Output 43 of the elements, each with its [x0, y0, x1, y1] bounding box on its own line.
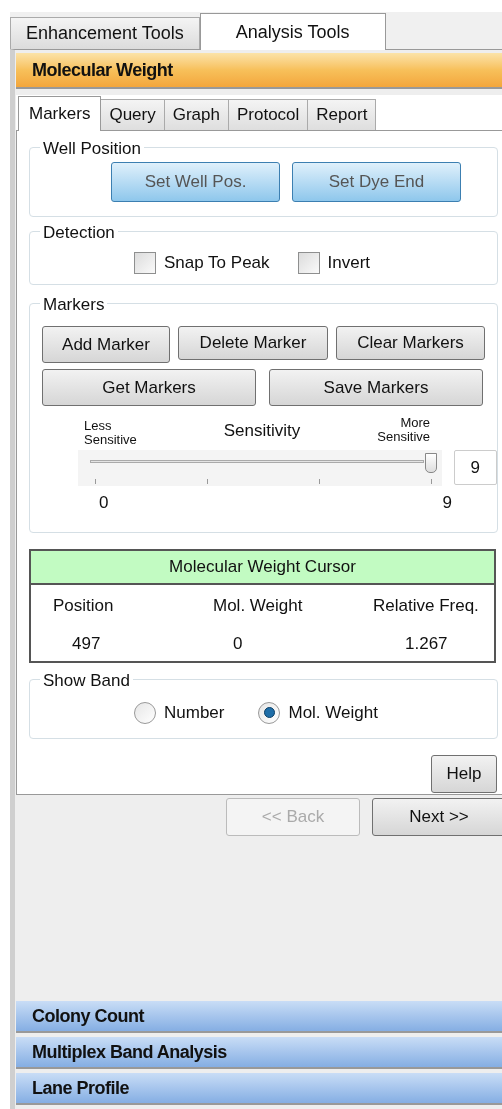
tab[interactable]: Report: [308, 99, 377, 130]
slider-label: Less Sensitive: [84, 419, 138, 448]
tab[interactable]: Enhancement Tools: [10, 17, 200, 49]
tab[interactable]: Graph: [164, 99, 229, 130]
checkbox-label: Invert: [327, 252, 371, 274]
radio-label: Number: [164, 702, 225, 724]
slider-title: Sensitivity: [223, 420, 301, 443]
button[interactable]: Save Markers: [269, 369, 483, 406]
button[interactable]: Next >>: [372, 798, 502, 836]
table-cell-text: 497: [71, 632, 102, 655]
slider-thumb[interactable]: [425, 452, 437, 473]
button[interactable]: Clear Markers: [336, 326, 485, 360]
section-header[interactable]: Molecular Weight: [16, 53, 502, 89]
button[interactable]: Get Markers: [42, 369, 256, 406]
tick-label: 9: [442, 491, 452, 514]
checkbox[interactable]: [297, 251, 320, 274]
column-header: Position: [52, 595, 115, 617]
value-field: 9: [453, 450, 497, 486]
checkbox-label: Snap To Peak: [164, 252, 270, 274]
tab[interactable]: Query: [101, 99, 165, 130]
checkbox[interactable]: [134, 251, 156, 274]
button[interactable]: Add Marker: [42, 326, 170, 363]
tab[interactable]: Markers: [18, 96, 102, 131]
table-cell-text: 1.267: [404, 632, 449, 655]
tab[interactable]: Protocol: [228, 99, 309, 130]
column-header: Relative Freq.: [372, 595, 480, 617]
slider[interactable]: [78, 449, 442, 486]
radio-button[interactable]: [258, 701, 281, 724]
section-header[interactable]: Lane Profile: [16, 1073, 502, 1105]
section-header[interactable]: Colony Count: [16, 1001, 502, 1033]
radio-button[interactable]: [134, 701, 156, 724]
tab[interactable]: Analysis Tools: [199, 13, 386, 50]
panel-title: Molecular Weight Cursor: [31, 551, 494, 585]
slider-label: More Sensitive: [376, 416, 430, 445]
section-header[interactable]: Multiplex Band Analysis: [16, 1037, 502, 1069]
button[interactable]: Set Dye End: [292, 162, 461, 202]
button[interactable]: Delete Marker: [178, 326, 328, 360]
tick-label: 0: [99, 491, 109, 514]
radio-label: Mol. Weight: [288, 702, 378, 724]
button[interactable]: Set Well Pos.: [111, 162, 280, 202]
table-cell-text: 0: [232, 632, 244, 655]
button[interactable]: Help: [431, 755, 497, 793]
column-header: Mol. Weight: [212, 595, 304, 617]
